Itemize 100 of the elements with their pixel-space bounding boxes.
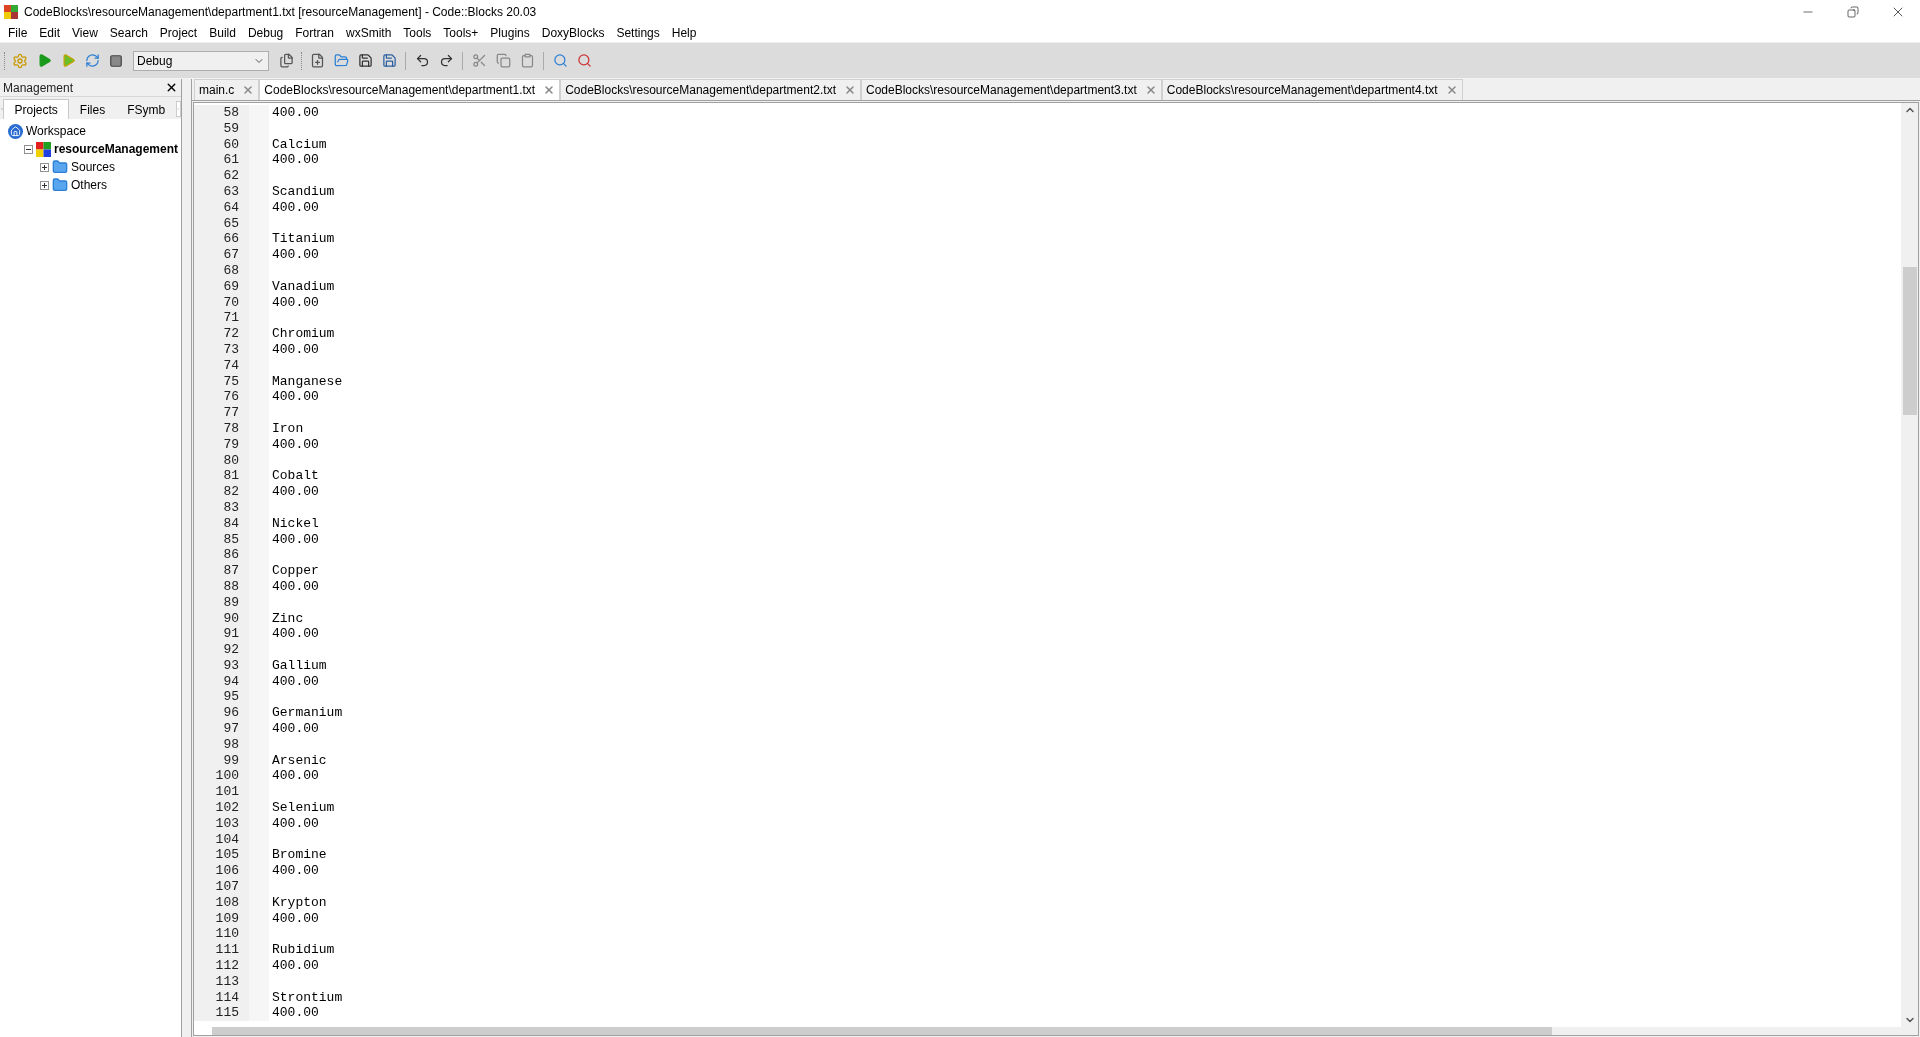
home-icon <box>8 123 23 139</box>
expand-toggle[interactable] <box>40 162 49 172</box>
code-line: 400.00 <box>272 152 319 168</box>
menu-item[interactable]: Debug <box>241 24 290 42</box>
code-line: 400.00 <box>272 1005 319 1021</box>
menu-item[interactable]: Help <box>665 24 703 42</box>
project-icon <box>36 141 51 157</box>
line-number: 87 <box>194 563 249 579</box>
code-line: Vanadium <box>272 278 335 294</box>
code-line: Arsenic <box>272 752 327 768</box>
code-line: 400.00 <box>272 436 319 452</box>
line-number: 86 <box>194 547 249 564</box>
editor-tab[interactable]: CodeBlocks\resourceManagement\department2.txt <box>560 79 861 100</box>
tree-item[interactable]: resourceManagement <box>54 140 179 158</box>
menu-item[interactable]: File <box>2 24 34 42</box>
panel-tab[interactable]: Projects <box>3 99 69 119</box>
plus-icon <box>41 163 48 171</box>
menu-item[interactable]: Search <box>103 24 154 42</box>
line-number: 62 <box>194 168 249 184</box>
code-line: Cobalt <box>272 468 319 484</box>
line-number: 105 <box>194 847 249 864</box>
horizontal-scrollbar[interactable] <box>212 1027 1918 1035</box>
scrollbar-thumb[interactable] <box>1902 267 1917 415</box>
code-line: Nickel <box>272 515 319 531</box>
code-line: Germanium <box>272 705 343 721</box>
line-number: 66 <box>194 231 249 248</box>
build-target-dropdown[interactable]: Debug <box>133 50 269 71</box>
code-line: 400.00 <box>272 673 319 689</box>
menu-item[interactable]: Project <box>153 24 204 42</box>
close-tab-icon[interactable] <box>1445 84 1458 96</box>
code-line: 400.00 <box>272 910 319 926</box>
code-line: 400.00 <box>272 247 319 263</box>
code-line: Rubidium <box>272 942 335 958</box>
plus-icon <box>41 181 48 189</box>
code-line: 400.00 <box>272 768 319 784</box>
close-tab-icon[interactable] <box>242 84 255 96</box>
window-title: CodeBlocks\resourceManagement\department1.txt [resourceManagement] - Code::Blocks 20.03 <box>24 4 538 21</box>
expand-toggle[interactable] <box>40 180 49 190</box>
line-number: 107 <box>194 879 249 895</box>
editor-tab[interactable]: CodeBlocks\resourceManagement\department3.txt <box>860 79 1162 100</box>
collapse-toggle[interactable] <box>24 144 33 154</box>
tree-item[interactable]: Workspace <box>26 122 86 140</box>
panel-title: Management <box>3 79 75 97</box>
line-number: 61 <box>194 152 249 169</box>
code-line: 400.00 <box>272 389 319 405</box>
line-number: 100 <box>194 768 249 785</box>
menu-item[interactable]: View <box>66 24 104 42</box>
code-line: 400.00 <box>272 484 319 500</box>
app-logo-icon <box>4 5 18 19</box>
line-number: 72 <box>194 326 249 342</box>
code-line: 400.00 <box>272 105 319 120</box>
code-line: Selenium <box>272 800 335 816</box>
line-number: 91 <box>194 626 249 643</box>
vertical-scrollbar[interactable] <box>1901 103 1918 1027</box>
line-number: 81 <box>194 468 249 485</box>
close-icon[interactable] <box>165 81 178 94</box>
tree-item[interactable]: Sources <box>71 158 116 176</box>
code-line: 400.00 <box>272 626 319 642</box>
code-line: 400.00 <box>272 958 319 974</box>
menu-item[interactable]: Fortran <box>289 24 340 42</box>
code-line: Iron <box>272 420 304 436</box>
line-number: 95 <box>194 689 249 706</box>
line-number: 106 <box>194 863 249 880</box>
code-line: 400.00 <box>272 863 319 879</box>
tree-item[interactable]: Others <box>71 176 107 194</box>
menu-item[interactable]: wxSmith <box>339 24 398 42</box>
editor-tab[interactable]: CodeBlocks\resourceManagement\department4.txt <box>1161 79 1463 100</box>
code-line: Manganese <box>272 373 343 389</box>
scrollbar-thumb[interactable] <box>212 1027 1552 1035</box>
line-number: 76 <box>194 389 249 406</box>
line-number: 97 <box>194 721 249 737</box>
code-line: Gallium <box>272 657 327 673</box>
code-line: Strontium <box>272 989 343 1005</box>
line-number: 110 <box>194 926 249 943</box>
menu-item[interactable]: Settings <box>610 24 666 42</box>
line-number: 101 <box>194 784 249 801</box>
menu-item[interactable]: Build <box>203 24 242 42</box>
editor-tab[interactable]: CodeBlocks\resourceManagement\department1.txt <box>259 79 561 100</box>
editor-tab[interactable]: main.c <box>194 79 260 100</box>
close-tab-icon[interactable] <box>1144 84 1157 96</box>
code-line: Copper <box>272 563 319 579</box>
folder-icon <box>52 177 68 193</box>
close-tab-icon[interactable] <box>843 84 856 96</box>
line-number: 111 <box>194 942 249 959</box>
code-line: Zinc <box>272 610 304 626</box>
code-line: 400.00 <box>272 294 319 310</box>
line-number: 77 <box>194 405 249 421</box>
menu-item[interactable]: Plugins <box>484 24 536 42</box>
code-line: Chromium <box>272 326 335 342</box>
line-number: 71 <box>194 310 249 327</box>
line-number: 82 <box>194 484 249 500</box>
menu-item[interactable]: Tools <box>397 24 438 42</box>
code-line: 400.00 <box>272 815 319 831</box>
menu-item[interactable]: DoxyBlocks <box>535 24 611 42</box>
code-line: Scandium <box>272 184 335 199</box>
menu-item[interactable]: Edit <box>33 24 67 42</box>
close-tab-icon[interactable] <box>543 84 556 96</box>
menu-item[interactable]: Tools+ <box>437 24 485 42</box>
code-line: 400.00 <box>272 531 319 547</box>
code-line: Bromine <box>272 847 327 863</box>
